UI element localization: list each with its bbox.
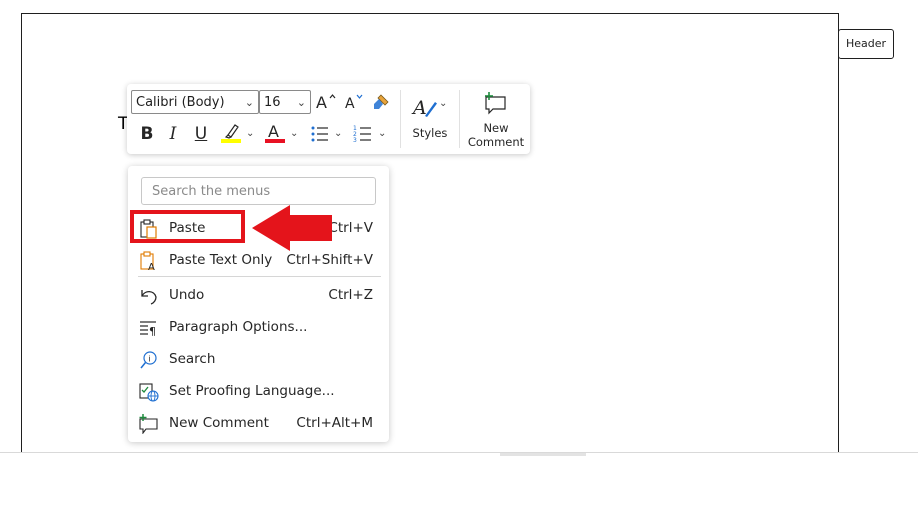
new-comment-icon: [485, 92, 506, 115]
red-arrow-icon: [252, 205, 332, 251]
new-comment-button[interactable]: [483, 91, 509, 115]
clipboard-text-icon: A: [140, 251, 155, 271]
toolbar-separator: [459, 90, 460, 148]
svg-text:A: A: [345, 96, 355, 112]
bullet-list-icon: [311, 126, 328, 142]
new-comment-label-line1: New: [483, 121, 509, 135]
numbering-button[interactable]: 1 2 3: [351, 122, 375, 146]
new-comment-label: New Comment: [463, 121, 529, 149]
menu-search-input[interactable]: [141, 177, 376, 205]
chevron-down-icon[interactable]: ⌄: [290, 128, 298, 139]
paste-highlight-box: [130, 210, 245, 243]
styles-icon: A: [411, 97, 437, 119]
highlight-color-button[interactable]: [219, 120, 243, 144]
font-name-value: Calibri (Body): [136, 95, 225, 110]
chevron-down-icon[interactable]: ⌄: [378, 128, 386, 139]
shrink-font-icon: A: [345, 94, 363, 112]
svg-text:i: i: [149, 355, 151, 364]
menu-item-shortcut: Ctrl+Z: [328, 287, 373, 303]
menu-item-paragraph-options[interactable]: ¶ Paragraph Options...: [128, 312, 389, 342]
svg-text:A: A: [316, 93, 327, 112]
menu-separator: [138, 276, 381, 277]
new-comment-icon: [139, 414, 158, 434]
bullets-button[interactable]: [308, 122, 332, 146]
format-painter-button[interactable]: [369, 90, 393, 114]
bold-button[interactable]: B: [135, 122, 159, 146]
menu-item-label: Paste Text Only: [169, 252, 273, 268]
chevron-down-icon[interactable]: ⌄: [334, 128, 342, 139]
numbered-list-icon: 1 2 3: [353, 125, 371, 144]
menu-item-label: Paragraph Options...: [169, 319, 308, 335]
paragraph-icon: ¶: [140, 321, 156, 338]
search-info-icon: i: [140, 351, 157, 369]
menu-item-label: Search: [169, 351, 216, 367]
chevron-down-icon: ⌄: [296, 96, 306, 109]
menu-item-shortcut: Ctrl+Alt+M: [296, 415, 373, 431]
header-tag[interactable]: Header: [838, 29, 894, 59]
svg-text:3: 3: [353, 137, 357, 144]
proofing-language-icon: [139, 383, 159, 402]
chevron-down-icon[interactable]: ⌄: [439, 98, 447, 109]
horizontal-scrollbar-thumb[interactable]: [500, 453, 586, 456]
menu-item-label: Set Proofing Language...: [169, 383, 335, 399]
svg-text:A: A: [268, 122, 279, 141]
toolbar-separator: [400, 90, 401, 148]
shrink-font-button[interactable]: A: [342, 90, 366, 114]
svg-text:¶: ¶: [149, 325, 156, 338]
font-size-combo[interactable]: 16 ⌄: [259, 90, 311, 114]
new-comment-label-line2: Comment: [467, 135, 525, 149]
page-divider: [0, 452, 918, 453]
mini-toolbar: Calibri (Body) ⌄ 16 ⌄ A A B I U ⌄ A ⌄ ⌄ …: [127, 84, 530, 154]
menu-item-search[interactable]: i Search: [128, 344, 389, 374]
svg-text:A: A: [411, 97, 427, 119]
menu-item-shortcut: Ctrl+V: [328, 220, 373, 236]
chevron-down-icon: ⌄: [244, 96, 254, 109]
styles-label: Styles: [412, 126, 448, 140]
menu-item-shortcut: Ctrl+Shift+V: [286, 252, 373, 268]
underline-button[interactable]: U: [189, 122, 213, 146]
font-name-combo[interactable]: Calibri (Body) ⌄: [131, 90, 259, 114]
font-color-button[interactable]: A: [263, 120, 287, 144]
highlighter-icon: [221, 124, 241, 143]
chevron-down-icon[interactable]: ⌄: [246, 128, 254, 139]
menu-item-label: Undo: [169, 287, 205, 303]
menu-item-undo[interactable]: Undo Ctrl+Z: [128, 280, 389, 310]
svg-text:A: A: [148, 262, 155, 271]
italic-button[interactable]: I: [161, 122, 185, 146]
grow-font-icon: A: [316, 93, 336, 112]
grow-font-button[interactable]: A: [314, 90, 338, 114]
font-size-value: 16: [264, 95, 281, 110]
menu-item-label: New Comment: [169, 415, 269, 431]
menu-item-set-proofing-language[interactable]: Set Proofing Language...: [128, 376, 389, 406]
format-painter-icon: [374, 94, 389, 109]
menu-item-new-comment[interactable]: New Comment Ctrl+Alt+M: [128, 408, 389, 438]
styles-button[interactable]: A: [411, 94, 439, 120]
undo-icon: [141, 290, 157, 305]
font-color-icon: A: [265, 122, 285, 143]
